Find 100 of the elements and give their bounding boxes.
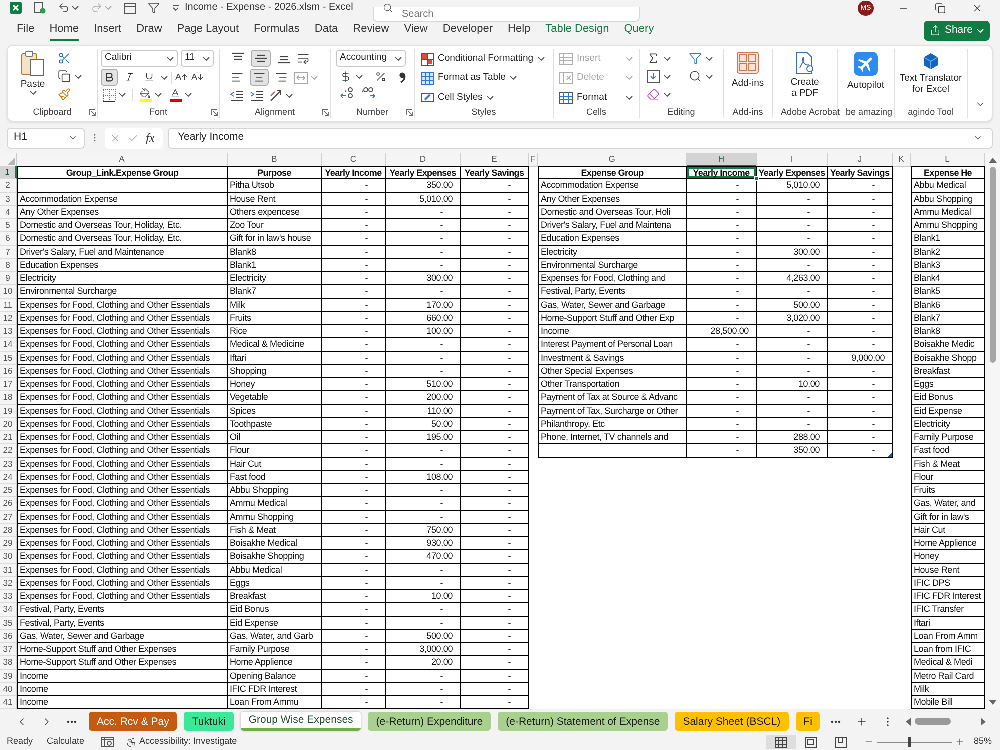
dialog-launcher-icon[interactable] <box>406 108 413 116</box>
row-header[interactable]: 5 <box>0 219 17 232</box>
row-header[interactable]: 13 <box>0 325 17 338</box>
caret-icon[interactable] <box>161 76 168 80</box>
spreadsheet-logo-icon[interactable] <box>10 2 22 14</box>
menu-tab[interactable]: Help <box>508 20 531 41</box>
caret-icon[interactable] <box>30 91 36 95</box>
caret-icon[interactable] <box>486 96 494 100</box>
column-header[interactable]: L <box>911 153 985 167</box>
name-box[interactable]: H1 <box>7 128 85 148</box>
font-color-icon[interactable] <box>169 88 182 102</box>
table-icon[interactable] <box>421 72 434 85</box>
row-header[interactable]: 2 <box>0 179 17 192</box>
sheet-tab[interactable]: Tuktuki <box>184 712 234 732</box>
row-header[interactable]: 31 <box>0 564 17 577</box>
italic-icon[interactable] <box>124 72 135 83</box>
diagonal-arrow-icon[interactable] <box>270 90 283 102</box>
cube-icon[interactable] <box>923 53 939 70</box>
row-header[interactable]: 37 <box>0 643 17 656</box>
caret-icon[interactable] <box>664 74 671 78</box>
sheet-tab[interactable]: Salary Sheet (BSCL) <box>675 712 789 732</box>
funnel-icon[interactable] <box>689 52 702 65</box>
text-translator-button[interactable]: Text Translator for Excel <box>895 49 967 106</box>
window-icon[interactable] <box>124 2 136 14</box>
caret-icon[interactable] <box>75 74 82 78</box>
eraser-icon[interactable] <box>647 88 660 101</box>
caret-icon[interactable] <box>286 94 293 98</box>
formula-field[interactable]: Yearly Income <box>168 128 993 148</box>
pdf-document-icon[interactable] <box>795 52 815 74</box>
caret-icon[interactable] <box>395 56 402 60</box>
fill-down-icon[interactable] <box>647 70 660 83</box>
dropdown-icon[interactable] <box>172 4 180 12</box>
scroll-right-icon[interactable] <box>981 718 986 726</box>
dialog-launcher-icon[interactable] <box>322 108 329 116</box>
ribbon-button[interactable]: Cell Styles <box>421 90 545 106</box>
page-break-icon[interactable] <box>834 736 847 748</box>
dollar-icon[interactable] <box>340 71 352 83</box>
funnel-icon[interactable] <box>148 2 160 14</box>
sheet-tab[interactable]: (e-Return) Expenditure <box>368 712 492 732</box>
row-header[interactable]: 22 <box>0 444 17 458</box>
scroll-up-icon[interactable] <box>988 158 996 163</box>
align-right-icon[interactable] <box>275 71 288 84</box>
row-header[interactable]: 20 <box>0 418 17 431</box>
row-header[interactable]: 15 <box>0 352 17 365</box>
comma-icon[interactable] <box>399 72 406 82</box>
row-header[interactable]: 17 <box>0 378 17 392</box>
menu-tab[interactable]: Formulas <box>254 20 300 41</box>
font-size-field[interactable]: 11 <box>181 50 214 67</box>
row-header[interactable]: 28 <box>0 524 17 537</box>
column-header[interactable]: B <box>228 153 322 167</box>
row-header[interactable]: 32 <box>0 576 17 590</box>
menu-tab[interactable]: Draw <box>136 20 162 41</box>
format-cells-icon[interactable] <box>559 92 573 104</box>
column-header[interactable]: J <box>828 153 893 167</box>
column-header[interactable]: K <box>893 153 911 167</box>
autopilot-button[interactable]: Autopilot <box>838 49 894 106</box>
row-header[interactable]: 26 <box>0 497 17 510</box>
create-pdf-button[interactable]: Create a PDF <box>773 49 837 106</box>
zoom-in-icon[interactable] <box>954 737 965 748</box>
row-header[interactable]: 18 <box>0 391 17 404</box>
close-icon[interactable] <box>972 2 983 14</box>
row-header[interactable]: 25 <box>0 484 17 498</box>
scroll-down-icon[interactable] <box>988 700 996 706</box>
row-header[interactable]: 9 <box>0 272 17 286</box>
row-header[interactable]: 6 <box>0 232 17 246</box>
menu-tab[interactable]: Home <box>50 20 80 41</box>
dialog-launcher-icon[interactable] <box>89 108 96 116</box>
caret-icon[interactable] <box>706 74 713 78</box>
align-center-button[interactable] <box>250 69 269 86</box>
add-sheet-icon[interactable] <box>856 716 868 728</box>
menu-tab[interactable]: Query <box>624 20 654 41</box>
format-painter-icon[interactable] <box>58 88 71 101</box>
ribbon-button[interactable]: Format <box>559 90 633 106</box>
sigma-icon[interactable] <box>647 52 660 65</box>
caret-icon[interactable] <box>185 93 192 97</box>
caret-icon[interactable] <box>167 56 174 60</box>
caret-icon[interactable] <box>72 6 79 10</box>
row-header[interactable]: 7 <box>0 246 17 259</box>
row-header[interactable]: 38 <box>0 656 17 670</box>
row-header[interactable]: 23 <box>0 458 17 471</box>
paste-button[interactable]: Paste <box>16 50 50 106</box>
bold-icon[interactable] <box>104 72 115 83</box>
caret-icon[interactable] <box>356 75 363 79</box>
row-header[interactable]: 1 <box>0 166 17 180</box>
page-layout-icon[interactable] <box>804 736 817 748</box>
font-name-field[interactable]: Calibri <box>101 50 178 67</box>
sheet-tab[interactable]: Acc. Rcv & Pay <box>89 712 178 732</box>
caret-icon[interactable] <box>203 56 210 60</box>
row-header[interactable]: 39 <box>0 670 17 683</box>
row-header[interactable]: 10 <box>0 285 17 298</box>
menu-tab[interactable]: Table Design <box>546 20 610 41</box>
sheet-tab[interactable]: Group Wise Expenses <box>240 712 362 732</box>
restore-icon[interactable] <box>935 2 946 14</box>
fill-color-icon[interactable] <box>139 88 152 102</box>
scrollbar-thumb[interactable] <box>915 718 952 726</box>
share-button[interactable]: Share <box>924 20 990 40</box>
scrollbar-thumb[interactable] <box>990 167 996 363</box>
sheet-tab[interactable]: Fi <box>796 712 820 732</box>
column-header[interactable]: G <box>538 153 687 167</box>
zoom-slider[interactable] <box>876 737 952 748</box>
